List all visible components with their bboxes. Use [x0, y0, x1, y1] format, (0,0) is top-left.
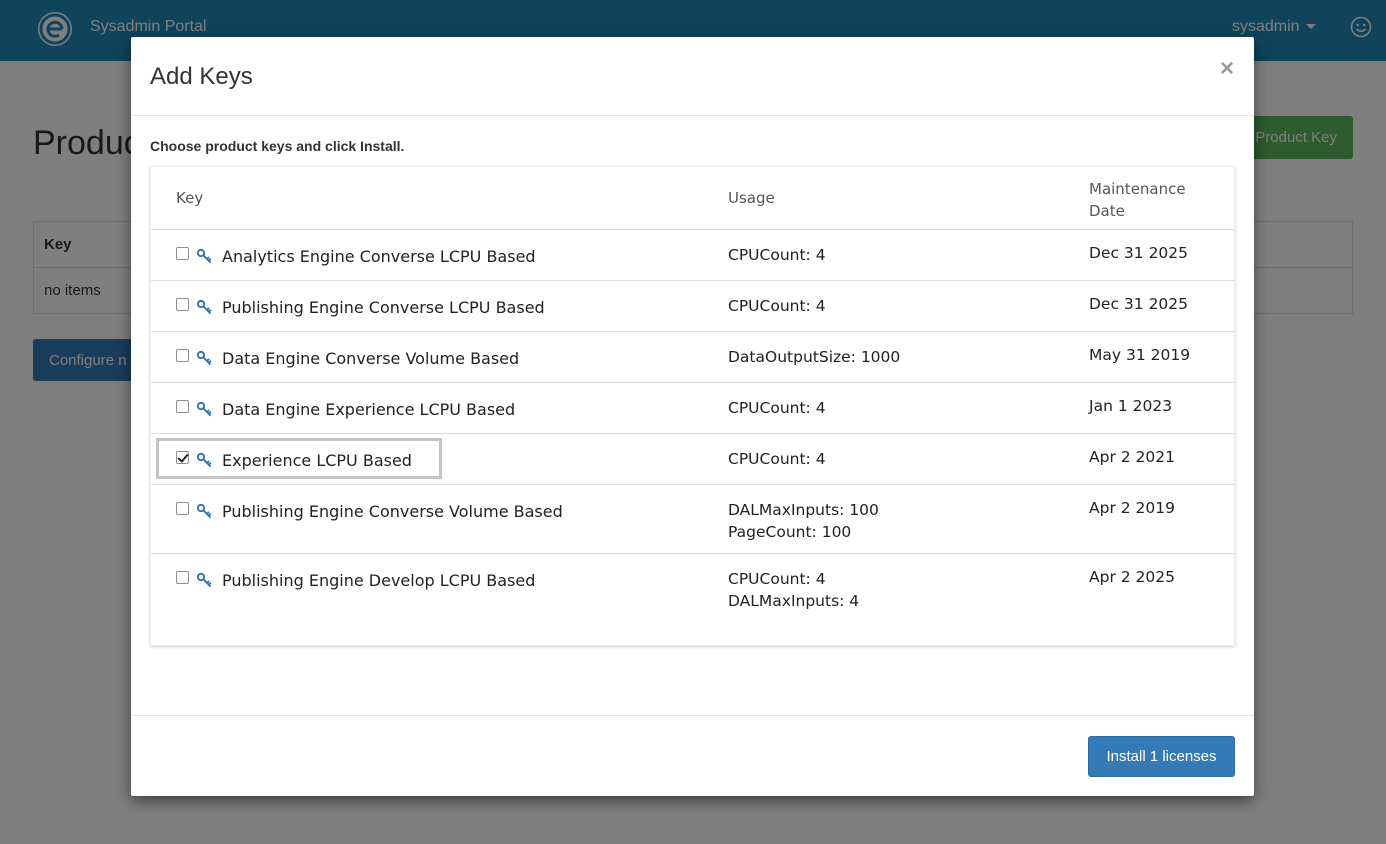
- key-name: Data Engine Converse Volume Based: [222, 349, 520, 368]
- key-usage: DataOutputSize: 1000: [728, 346, 900, 368]
- key-name: Publishing Engine Converse LCPU Based: [222, 298, 545, 317]
- usage-line: PageCount: 100: [728, 523, 852, 541]
- key-usage: CPUCount: 4: [728, 448, 826, 470]
- key-icon: [196, 503, 212, 519]
- table-row[interactable]: Analytics Engine Converse LCPU Based CPUC…: [151, 230, 1234, 281]
- key-usage: CPUCount: 4 DALMaxInputs: 4: [728, 568, 859, 612]
- row-checkbox[interactable]: [176, 349, 189, 362]
- row-checkbox[interactable]: [176, 502, 189, 515]
- key-usage: CPUCount: 4: [728, 295, 826, 317]
- modal-header: Add Keys ×: [131, 37, 1254, 116]
- add-keys-dialog: Add Keys × Choose product keys and click…: [131, 37, 1254, 796]
- modal-title: Add Keys: [150, 63, 253, 90]
- maintenance-date: Apr 2 2021: [1089, 448, 1175, 466]
- row-checkbox[interactable]: [176, 298, 189, 311]
- key-icon: [196, 248, 212, 264]
- table-row[interactable]: Publishing Engine Develop LCPU Based CPUC…: [151, 554, 1234, 646]
- key-name: Data Engine Experience LCPU Based: [222, 400, 516, 419]
- key-usage: CPUCount: 4: [728, 397, 826, 419]
- key-name: Analytics Engine Converse LCPU Based: [222, 247, 536, 266]
- usage-line: CPUCount: 4: [728, 246, 826, 264]
- usage-line: CPUCount: 4: [728, 297, 826, 315]
- install-licenses-button[interactable]: Install 1 licenses: [1088, 736, 1235, 777]
- key-icon: [196, 350, 212, 366]
- key-icon: [196, 572, 212, 588]
- row-checkbox[interactable]: [176, 451, 189, 464]
- modal-footer: Install 1 licenses: [131, 715, 1254, 796]
- table-row[interactable]: Publishing Engine Converse Volume Based D…: [151, 485, 1234, 554]
- key-usage: DALMaxInputs: 100 PageCount: 100: [728, 499, 879, 543]
- maintenance-date: Dec 31 2025: [1089, 295, 1189, 313]
- table-row[interactable]: Data Engine Converse Volume Based DataOut…: [151, 332, 1234, 383]
- instruction-text: Choose product keys and click Install.: [150, 138, 405, 154]
- row-checkbox[interactable]: [176, 571, 189, 584]
- table-row[interactable]: Publishing Engine Converse LCPU Based CPU…: [151, 281, 1234, 332]
- keys-table: Key Usage Maintenance Date Analytics Eng…: [150, 166, 1235, 646]
- key-usage: CPUCount: 4: [728, 244, 826, 266]
- key-name: Publishing Engine Converse Volume Based: [222, 502, 563, 521]
- usage-line: DALMaxInputs: 4: [728, 592, 860, 610]
- maintenance-date: Apr 2 2019: [1089, 499, 1175, 517]
- close-icon[interactable]: ×: [1220, 55, 1234, 83]
- usage-line: CPUCount: 4: [728, 399, 826, 417]
- table-row[interactable]: Data Engine Experience LCPU Based CPUCoun…: [151, 383, 1234, 434]
- row-checkbox[interactable]: [176, 400, 189, 413]
- key-icon: [196, 401, 212, 417]
- usage-line: DataOutputSize: 1000: [728, 348, 901, 366]
- maintenance-date: Jan 1 2023: [1089, 397, 1173, 415]
- key-name: Experience LCPU Based: [222, 451, 412, 470]
- usage-line: CPUCount: 4: [728, 570, 826, 588]
- key-icon: [196, 299, 212, 315]
- key-icon: [196, 452, 212, 468]
- key-name: Publishing Engine Develop LCPU Based: [222, 571, 536, 590]
- table-row[interactable]: Experience LCPU Based CPUCount: 4 Apr 2 20…: [151, 434, 1234, 485]
- row-checkbox[interactable]: [176, 247, 189, 260]
- maintenance-date: May 31 2019: [1089, 346, 1191, 364]
- usage-line: DALMaxInputs: 100: [728, 501, 879, 519]
- usage-line: CPUCount: 4: [728, 450, 826, 468]
- maintenance-date: Apr 2 2025: [1089, 568, 1175, 586]
- maintenance-date: Dec 31 2025: [1089, 244, 1189, 262]
